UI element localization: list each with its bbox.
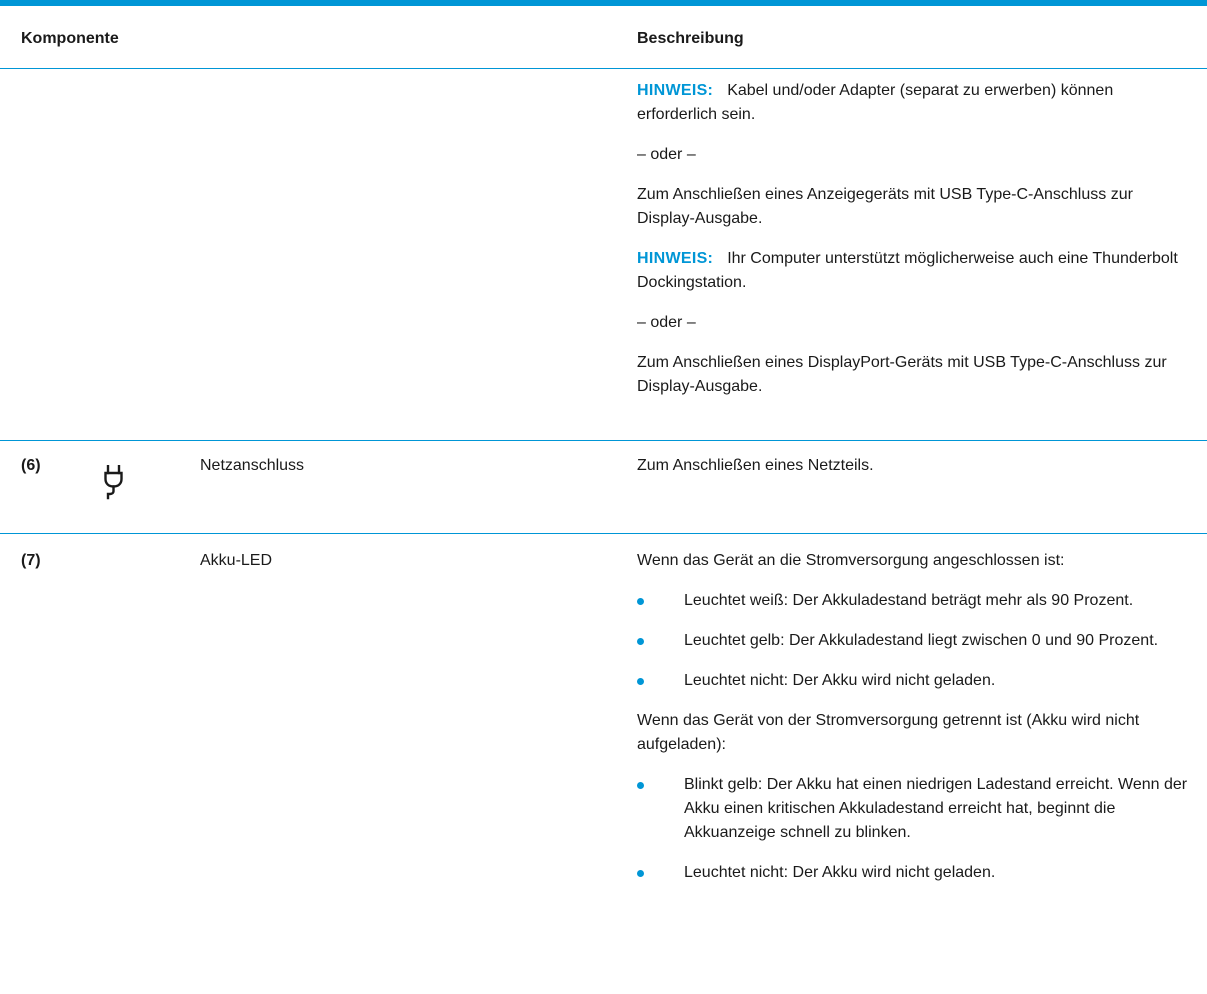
component-name: Netzanschluss	[200, 457, 305, 474]
list-item-text: Leuchtet gelb: Der Akkuladestand liegt z…	[684, 632, 1159, 649]
note-paragraph: HINWEIS: Ihr Computer unterstützt möglich…	[637, 247, 1192, 295]
table-header: Komponente Beschreibung	[0, 6, 1207, 69]
column-header-description: Beschreibung	[637, 30, 744, 47]
or-separator: – oder –	[637, 314, 696, 331]
description-paragraph: Zum Anschließen eines DisplayPort-Geräts…	[637, 354, 1167, 395]
list-item: Leuchtet nicht: Der Akku wird nicht gela…	[637, 669, 1192, 693]
note-text: Ihr Computer unterstützt möglicherweise …	[637, 250, 1178, 291]
or-separator: – oder –	[637, 146, 696, 163]
list-item-text: Leuchtet nicht: Der Akku wird nicht gela…	[684, 672, 996, 689]
list-item: Blinkt gelb: Der Akku hat einen niedrige…	[637, 773, 1192, 845]
description-paragraph: Wenn das Gerät an die Stromversorgung an…	[637, 552, 1065, 569]
bullet-icon	[637, 638, 644, 645]
list-item-text: Leuchtet weiß: Der Akkuladestand beträgt…	[684, 592, 1134, 609]
list-item-text: Blinkt gelb: Der Akku hat einen niedrige…	[684, 776, 1188, 841]
row-number: (7)	[21, 552, 41, 569]
bullet-icon	[637, 598, 644, 605]
list-item-text: Leuchtet nicht: Der Akku wird nicht gela…	[684, 864, 996, 881]
description-cell: Wenn das Gerät an die Stromversorgung an…	[637, 549, 1192, 901]
list-item: Leuchtet gelb: Der Akkuladestand liegt z…	[637, 629, 1192, 653]
note-label: HINWEIS:	[637, 250, 714, 267]
description-paragraph: Wenn das Gerät von der Stromversorgung g…	[637, 712, 1140, 753]
column-header-component: Komponente	[21, 30, 119, 47]
list-item: Leuchtet weiß: Der Akkuladestand beträgt…	[637, 589, 1192, 613]
bullet-icon	[637, 678, 644, 685]
row-number: (6)	[21, 457, 41, 474]
note-label: HINWEIS:	[637, 82, 714, 99]
note-paragraph: HINWEIS: Kabel und/oder Adapter (separat …	[637, 79, 1192, 127]
power-plug-icon	[104, 465, 123, 500]
description-cell: Zum Anschließen eines Netzteils.	[637, 457, 874, 474]
bullet-icon	[637, 870, 644, 877]
description-cell: HINWEIS: Kabel und/oder Adapter (separat …	[637, 79, 1192, 415]
description-paragraph: Zum Anschließen eines Anzeigegeräts mit …	[637, 186, 1133, 227]
bullet-icon	[637, 782, 644, 789]
table-row-continued: HINWEIS: Kabel und/oder Adapter (separat …	[0, 69, 1207, 441]
list-item: Leuchtet nicht: Der Akku wird nicht gela…	[637, 861, 1192, 885]
table-row-6: (6) Netzanschluss Zum Anschließen eines …	[0, 441, 1207, 534]
table-row-7: (7) Akku-LED Wenn das Gerät an die Strom…	[0, 534, 1207, 994]
component-name: Akku-LED	[200, 552, 273, 569]
